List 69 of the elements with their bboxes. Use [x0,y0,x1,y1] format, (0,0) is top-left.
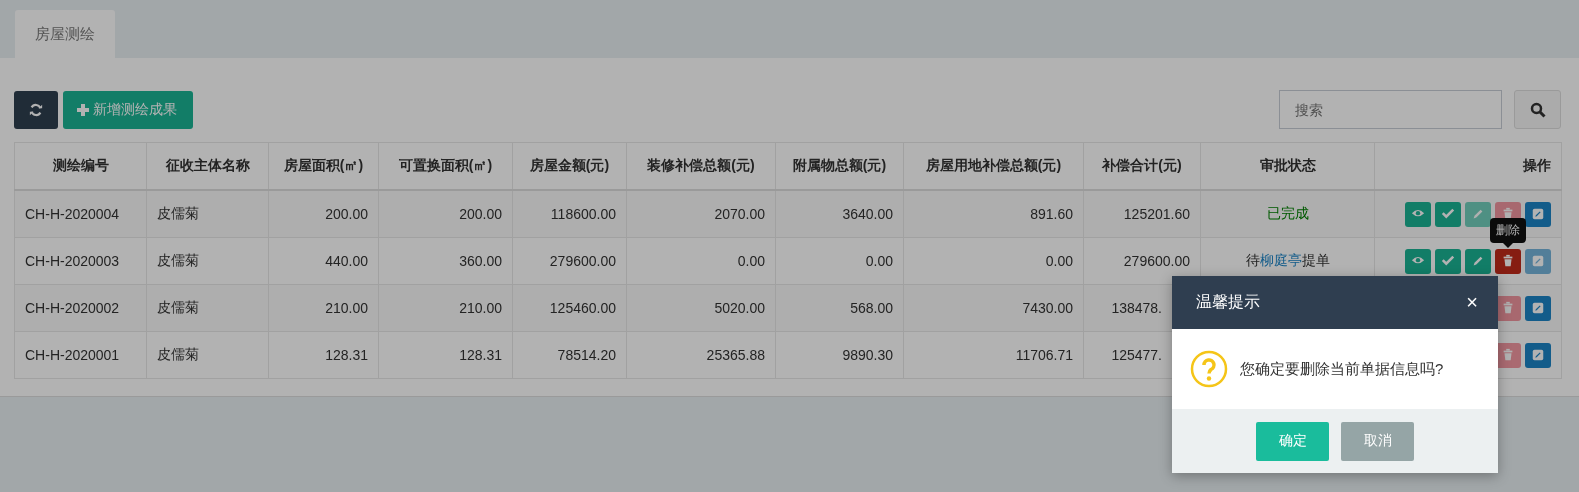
close-button[interactable]: × [1466,291,1478,314]
table-cell: 128.31 [325,347,368,363]
edit-button[interactable] [1525,201,1551,227]
table-cell: CH-H-2020001 [25,347,120,363]
table-cell: 125477. [1111,347,1162,363]
table-cell: 118600.00 [550,206,616,222]
search-field[interactable]: 搜索 [1279,90,1502,129]
table-cell: 200.00 [459,206,502,222]
table-cell: 125201.60 [1123,206,1190,222]
view-button[interactable] [1405,248,1431,274]
table-cell: 0.00 [1045,253,1073,269]
edit-button[interactable] [1525,342,1551,368]
table-cell: 125460.00 [549,300,616,316]
edit-button[interactable] [1525,295,1551,321]
edit-button[interactable] [1465,248,1491,274]
dialog-title: 温馨提示 [1196,292,1260,312]
refresh-button[interactable] [14,90,58,129]
edit-square-icon [1531,301,1545,315]
table-cell: 279600.00 [549,253,616,269]
table-cell: 2070.00 [714,206,765,222]
table-cell: 78514.20 [557,347,616,363]
status-text: 待柳庭亭提单 [1245,252,1330,268]
approve-button[interactable] [1435,248,1461,274]
table-cell: 200.00 [325,206,368,222]
search-button[interactable] [1514,90,1561,129]
table-cell: 皮儒菊 [157,346,199,362]
tab[interactable]: 房屋测绘 [15,10,115,58]
table-cell: CH-H-2020002 [25,300,120,316]
table-cell: 138478. [1111,300,1162,316]
table-cell: CH-H-2020003 [25,253,120,269]
table-cell: 568.00 [850,300,893,316]
table-cell: 0.00 [865,253,893,269]
tooltip: 删除 [1490,217,1526,243]
table-cell: 7430.00 [1022,300,1073,316]
check-icon [1441,254,1455,268]
table-cell: CH-H-2020004 [25,206,120,222]
status-text: 已完成 [1266,205,1309,221]
plus-icon [77,103,89,116]
table-cell: 210.00 [325,300,368,316]
add-button[interactable]: 新增测绘成果 [63,90,193,129]
table-cell: 皮儒菊 [157,252,199,268]
search-icon [1529,101,1546,118]
table-cell: 210.00 [459,300,502,316]
table-cell: 3640.00 [842,206,893,222]
edit-square-icon [1531,207,1545,221]
table-cell: 5020.00 [714,300,765,316]
edit-square-icon [1531,348,1545,362]
table-cell: 360.00 [459,253,502,269]
table-cell: 25365.88 [706,347,765,363]
table-cell: 0.00 [737,253,765,269]
dialog-message: 您确定要删除当前单据信息吗? [1240,359,1444,379]
check-icon [1441,207,1455,221]
table-cell: 皮儒菊 [157,299,199,315]
pencil-icon [1471,254,1485,268]
table-cell: 皮儒菊 [157,205,199,221]
approve-button[interactable] [1435,201,1461,227]
view-button[interactable] [1405,201,1431,227]
table-cell: 440.00 [325,253,368,269]
refresh-icon [29,102,43,117]
table-cell: 128.31 [459,347,502,363]
cancel-button[interactable]: 取消 [1341,421,1414,461]
table-cell: 9890.30 [842,347,893,363]
table-cell: 11706.71 [1015,347,1073,363]
trash-icon [1501,254,1515,268]
table-cell: 279600.00 [1123,253,1190,269]
delete-button[interactable] [1495,248,1521,274]
table-cell: 891.60 [1030,206,1073,222]
confirm-button[interactable]: 确定 [1256,421,1329,461]
question-icon [1190,350,1228,388]
